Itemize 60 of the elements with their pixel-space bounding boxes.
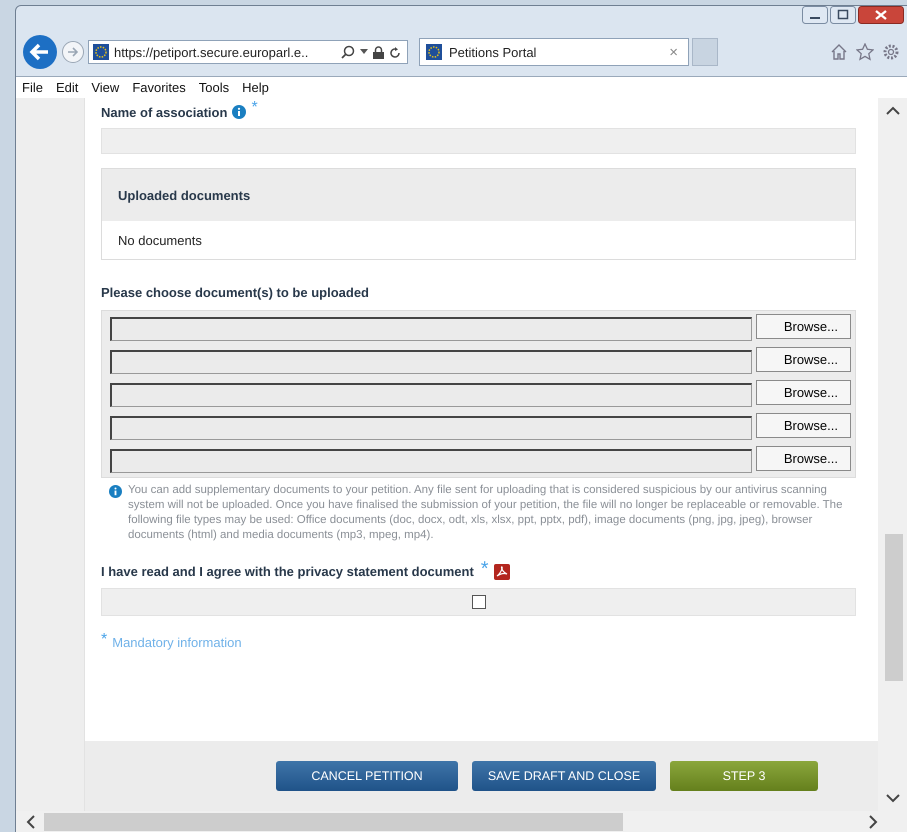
menu-item[interactable]: View <box>91 80 120 95</box>
menu-item[interactable]: Help <box>242 80 269 95</box>
scroll-thumb[interactable] <box>44 813 624 831</box>
privacy-checkbox[interactable] <box>472 595 486 609</box>
lock-icon <box>373 46 384 58</box>
action-button[interactable]: SAVE DRAFT AND CLOSE <box>472 761 656 791</box>
panel-title: Uploaded documents <box>118 188 250 202</box>
tab-close-button[interactable]: × <box>669 44 678 60</box>
settings-icon[interactable] <box>882 43 900 61</box>
search-icon[interactable] <box>341 45 355 59</box>
site-icon <box>93 44 109 60</box>
mandatory-note: Mandatory information <box>112 634 242 650</box>
browse-button[interactable]: Browse... <box>756 380 851 405</box>
caret-icon[interactable] <box>360 49 368 55</box>
menu-item[interactable]: Tools <box>198 80 230 95</box>
tab-title: Petitions Portal <box>449 44 538 60</box>
scroll-up-icon[interactable] <box>886 106 900 116</box>
browse-button[interactable]: Browse... <box>756 347 851 372</box>
star-icon[interactable] <box>856 43 874 61</box>
vertical-scrollbar[interactable] <box>878 98 907 811</box>
info-icon <box>109 485 122 498</box>
scroll-left-icon[interactable] <box>26 815 36 829</box>
empty-message: No documents <box>118 232 202 248</box>
file-path-field[interactable] <box>110 416 752 440</box>
field-label: Please choose document(s) to be uploaded <box>101 284 370 300</box>
address-bar[interactable]: https://petiport.secure.europarl.e.. <box>88 40 408 64</box>
refresh-icon[interactable] <box>389 46 401 58</box>
info-text: You can add supplementary documents to your petition. Any file sent for uploading that is considered suspicious by our antivirus scanning system will not be uploaded. Once you have finalised the submission of your petition, the file will no longer be replaceable or removable. The following file types may be used: Office documents (doc, docx, odt, xls, xlsx, ppt, pptx, pdf), image documents (png, jpg, jpeg), browser documents (html) and media documents (mp3, mpeg, mp4). <box>128 483 844 543</box>
browser-tab[interactable]: Petitions Portal × <box>419 38 689 66</box>
action-button[interactable]: STEP 3 <box>670 761 818 791</box>
maximize-icon[interactable] <box>830 6 856 24</box>
required-mark: * <box>480 559 489 579</box>
info-icon[interactable] <box>232 105 246 119</box>
association-field[interactable] <box>101 128 856 154</box>
browse-button[interactable]: Browse... <box>756 413 851 438</box>
back-icon[interactable] <box>22 34 58 70</box>
required-mark: * <box>101 632 108 648</box>
field-label: Name of association <box>101 104 228 120</box>
required-mark: * <box>251 100 258 116</box>
action-button[interactable]: CANCEL PETITION <box>276 761 458 791</box>
file-path-field[interactable] <box>110 317 752 341</box>
scroll-right-icon[interactable] <box>868 815 878 829</box>
browse-button[interactable]: Browse... <box>756 314 851 339</box>
file-path-field[interactable] <box>110 383 752 407</box>
menu-item[interactable]: File <box>22 80 43 95</box>
close-icon[interactable] <box>858 6 904 24</box>
home-icon[interactable] <box>830 43 848 61</box>
menu-item[interactable]: Favorites <box>132 80 186 95</box>
scroll-down-icon[interactable] <box>886 793 900 803</box>
scroll-thumb[interactable] <box>885 534 903 681</box>
site-icon <box>426 44 442 60</box>
address-text: https://petiport.secure.europarl.e.. <box>114 44 310 60</box>
minimize-icon[interactable] <box>802 6 828 24</box>
file-path-field[interactable] <box>110 350 752 374</box>
menu-item[interactable]: Edit <box>56 80 78 95</box>
horizontal-scrollbar[interactable] <box>16 811 907 832</box>
file-path-field[interactable] <box>110 449 752 473</box>
field-label: I have read and I agree with the privacy statement document <box>101 563 474 579</box>
pdf-icon[interactable] <box>494 564 510 580</box>
browse-button[interactable]: Browse... <box>756 446 851 471</box>
